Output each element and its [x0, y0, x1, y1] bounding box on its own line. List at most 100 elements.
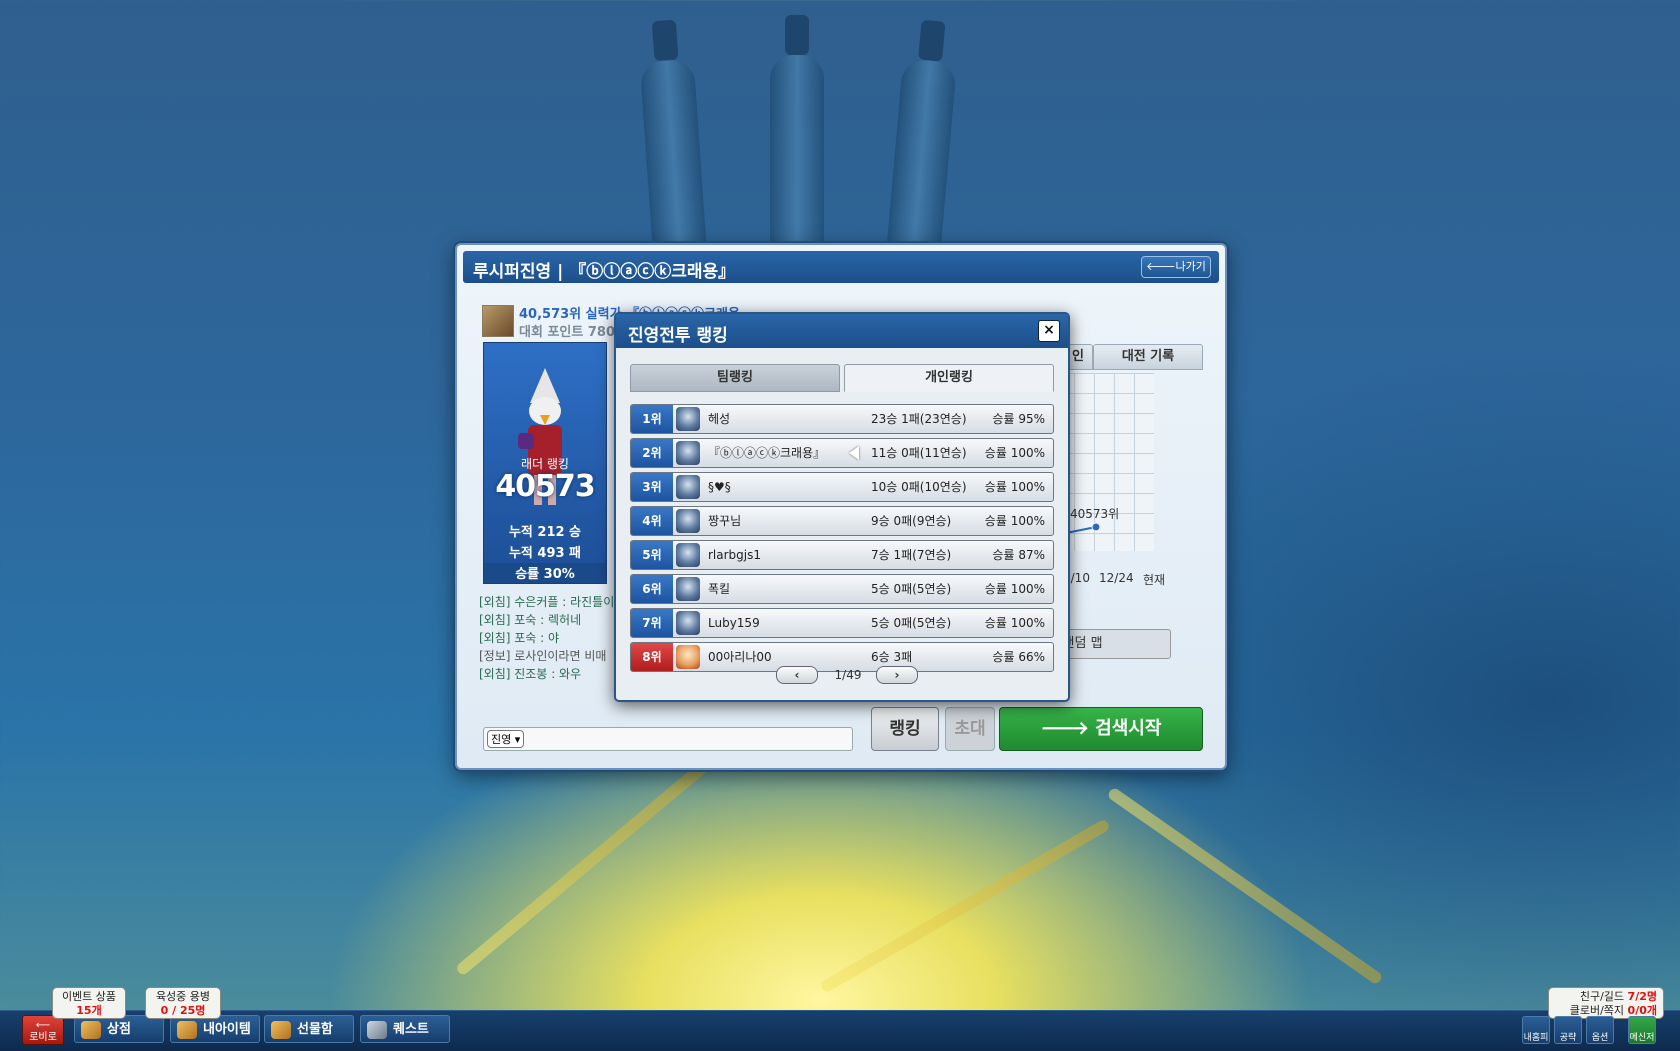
ladder-rank-value: 40573 [495, 469, 595, 504]
player-winrate: 승률 66% [992, 650, 1045, 664]
rank-position: 4위 [631, 507, 673, 535]
total-wins: 누적 212 승 [508, 525, 582, 540]
chat-channel-label: 진영 [491, 733, 512, 746]
player-name: 짱꾸님 [708, 514, 742, 528]
mercenary-label: 육성중 용병 [155, 990, 211, 1003]
graph-x-label: 현재 [1143, 573, 1166, 587]
graph-point-label: 40573위 [1070, 507, 1120, 521]
event-items-count: 15개 [76, 1004, 102, 1017]
player-name: Luby159 [708, 616, 760, 630]
rank-position: 8위 [631, 643, 673, 671]
ranking-dialog: 진영전투 랭킹 × 팀랭킹 개인랭킹 1위 헤성 23승 1패(23연승) 승률… [614, 312, 1070, 702]
friends-count: 7/2명 [1627, 990, 1657, 1003]
ranking-row[interactable]: 5위 rlarbgjs1 7승 1패(7연승) 승률 87% [630, 540, 1054, 570]
rank-position: 1위 [631, 405, 673, 433]
background-gold-sword [1106, 786, 1384, 986]
pagination: ‹ 1/49 › [776, 666, 918, 684]
win-rate: 승률 30% [484, 563, 606, 583]
ranking-row[interactable]: 7위 Luby159 5승 0패(5연승) 승률 100% [630, 608, 1054, 638]
friends-mail-status[interactable]: 친구/길드 7/2명 클로버/쪽지 0/0개 [1548, 987, 1664, 1019]
tab-battle-record[interactable]: 대전 기록 [1093, 344, 1203, 370]
player-winrate: 승률 100% [984, 616, 1045, 630]
ranking-row[interactable]: 2위 『ⓑⓛⓐⓒⓚ크래용』 11승 0패(11연승) 승률 100% [630, 438, 1054, 468]
player-avatar-icon [676, 645, 700, 669]
ranking-dialog-header: 진영전투 랭킹 × [616, 314, 1068, 348]
player-record: 9승 0패(9연승) [871, 514, 952, 528]
tab-team-ranking[interactable]: 팀랭킹 [630, 364, 840, 392]
rank-position: 2위 [631, 439, 673, 467]
homepage-button[interactable]: 내홈피 [1522, 1016, 1550, 1044]
player-winrate: 승률 100% [984, 480, 1045, 494]
lobby-label: 로비로 [29, 1032, 57, 1043]
mercenary-count: 0 / 25명 [160, 1004, 206, 1017]
player-name: §♥§ [708, 480, 731, 494]
player-emblem-icon [482, 305, 514, 337]
room-title: 루시퍼진영 | 『ⓑⓛⓐⓒⓚ크래용』 [473, 262, 736, 282]
ranking-button[interactable]: 랭킹 [871, 707, 939, 751]
friends-label: 친구/길드 [1579, 990, 1625, 1003]
player-name: 폭킬 [708, 582, 731, 596]
tab-personal-ranking[interactable]: 개인랭킹 [844, 364, 1054, 392]
graph-x-label: 12/24 [1099, 571, 1134, 585]
my-items-button[interactable]: 내아이템 [170, 1015, 260, 1043]
close-icon[interactable]: × [1038, 320, 1060, 342]
messenger-button[interactable]: 메신저 [1628, 1016, 1656, 1044]
background-gold-sword [454, 755, 716, 977]
ranking-list: 1위 헤성 23승 1패(23연승) 승률 95% 2위 『ⓑⓛⓐⓒⓚ크래용』 … [630, 404, 1054, 676]
tournament-points: 대회 포인트 780 [519, 325, 615, 340]
start-search-button[interactable]: 🡒 검색시작 [999, 707, 1203, 751]
ranking-row[interactable]: 1위 헤성 23승 1패(23연승) 승률 95% [630, 404, 1054, 434]
bag-icon [177, 1021, 197, 1039]
gift-box-label: 선물함 [297, 1022, 333, 1037]
lobby-button[interactable]: ⟵ 로비로 [22, 1015, 64, 1045]
player-record: 23승 1패(23연승) [871, 412, 967, 426]
player-record: 7승 1패(7연승) [871, 548, 952, 562]
player-avatar-icon [676, 611, 700, 635]
player-name: 헤성 [708, 412, 731, 426]
chat-input[interactable]: 진영 ▾ [483, 727, 853, 751]
shop-button[interactable]: 상점 [74, 1015, 164, 1043]
rank-position: 3위 [631, 473, 673, 501]
player-avatar-icon [676, 441, 700, 465]
player-winrate: 승률 100% [984, 582, 1045, 596]
player-winrate: 승률 95% [992, 412, 1045, 426]
total-losses: 누적 493 패 [508, 546, 582, 561]
mercenary-badge[interactable]: 육성중 용병 0 / 25명 [145, 987, 221, 1019]
gift-icon [271, 1021, 291, 1039]
my-items-label: 내아이템 [203, 1022, 251, 1037]
quest-button[interactable]: 퀘스트 [360, 1015, 450, 1043]
invite-button[interactable]: 초대 [945, 707, 995, 751]
player-avatar-icon [676, 543, 700, 567]
player-name: 00아리나00 [708, 650, 772, 664]
options-button[interactable]: 옵션 [1586, 1016, 1614, 1044]
event-items-label: 이벤트 상품 [61, 990, 117, 1003]
player-record: 5승 0패(5연승) [871, 616, 952, 630]
shop-icon [81, 1021, 101, 1039]
ranking-dialog-title: 진영전투 랭킹 [628, 326, 728, 346]
ranking-row[interactable]: 3위 §♥§ 10승 0패(10연승) 승률 100% [630, 472, 1054, 502]
quest-label: 퀘스트 [393, 1022, 429, 1037]
player-name: 『ⓑⓛⓐⓒⓚ크래용』 [708, 446, 826, 460]
prev-page-button[interactable]: ‹ [776, 666, 818, 684]
guide-button[interactable]: 공략 [1554, 1016, 1582, 1044]
player-record: 11승 0패(11연승) [871, 446, 967, 460]
player-winrate: 승률 100% [984, 446, 1045, 460]
player-name: rlarbgjs1 [708, 548, 762, 562]
next-page-button[interactable]: › [876, 666, 918, 684]
page-indicator: 1/49 [834, 668, 862, 682]
exit-button[interactable]: 🡐나가기 [1141, 256, 1211, 278]
rank-position: 6위 [631, 575, 673, 603]
chat-channel-select[interactable]: 진영 ▾ [487, 730, 525, 748]
rank-position: 5위 [631, 541, 673, 569]
player-avatar-icon [676, 577, 700, 601]
quest-icon [367, 1021, 387, 1039]
event-items-badge[interactable]: 이벤트 상품 15개 [52, 987, 126, 1019]
ranking-row[interactable]: 6위 폭킬 5승 0패(5연승) 승률 100% [630, 574, 1054, 604]
gift-box-button[interactable]: 선물함 [264, 1015, 354, 1043]
character-card: 래더 랭킹 40573 누적 212 승 누적 493 패 승률 30% [483, 342, 607, 584]
back-arrow-icon: ⟵ [35, 1020, 51, 1031]
ranking-row[interactable]: 4위 짱꾸님 9승 0패(9연승) 승률 100% [630, 506, 1054, 536]
player-avatar-icon [676, 475, 700, 499]
player-avatar-icon [676, 509, 700, 533]
background-gold-sword [819, 818, 1111, 994]
